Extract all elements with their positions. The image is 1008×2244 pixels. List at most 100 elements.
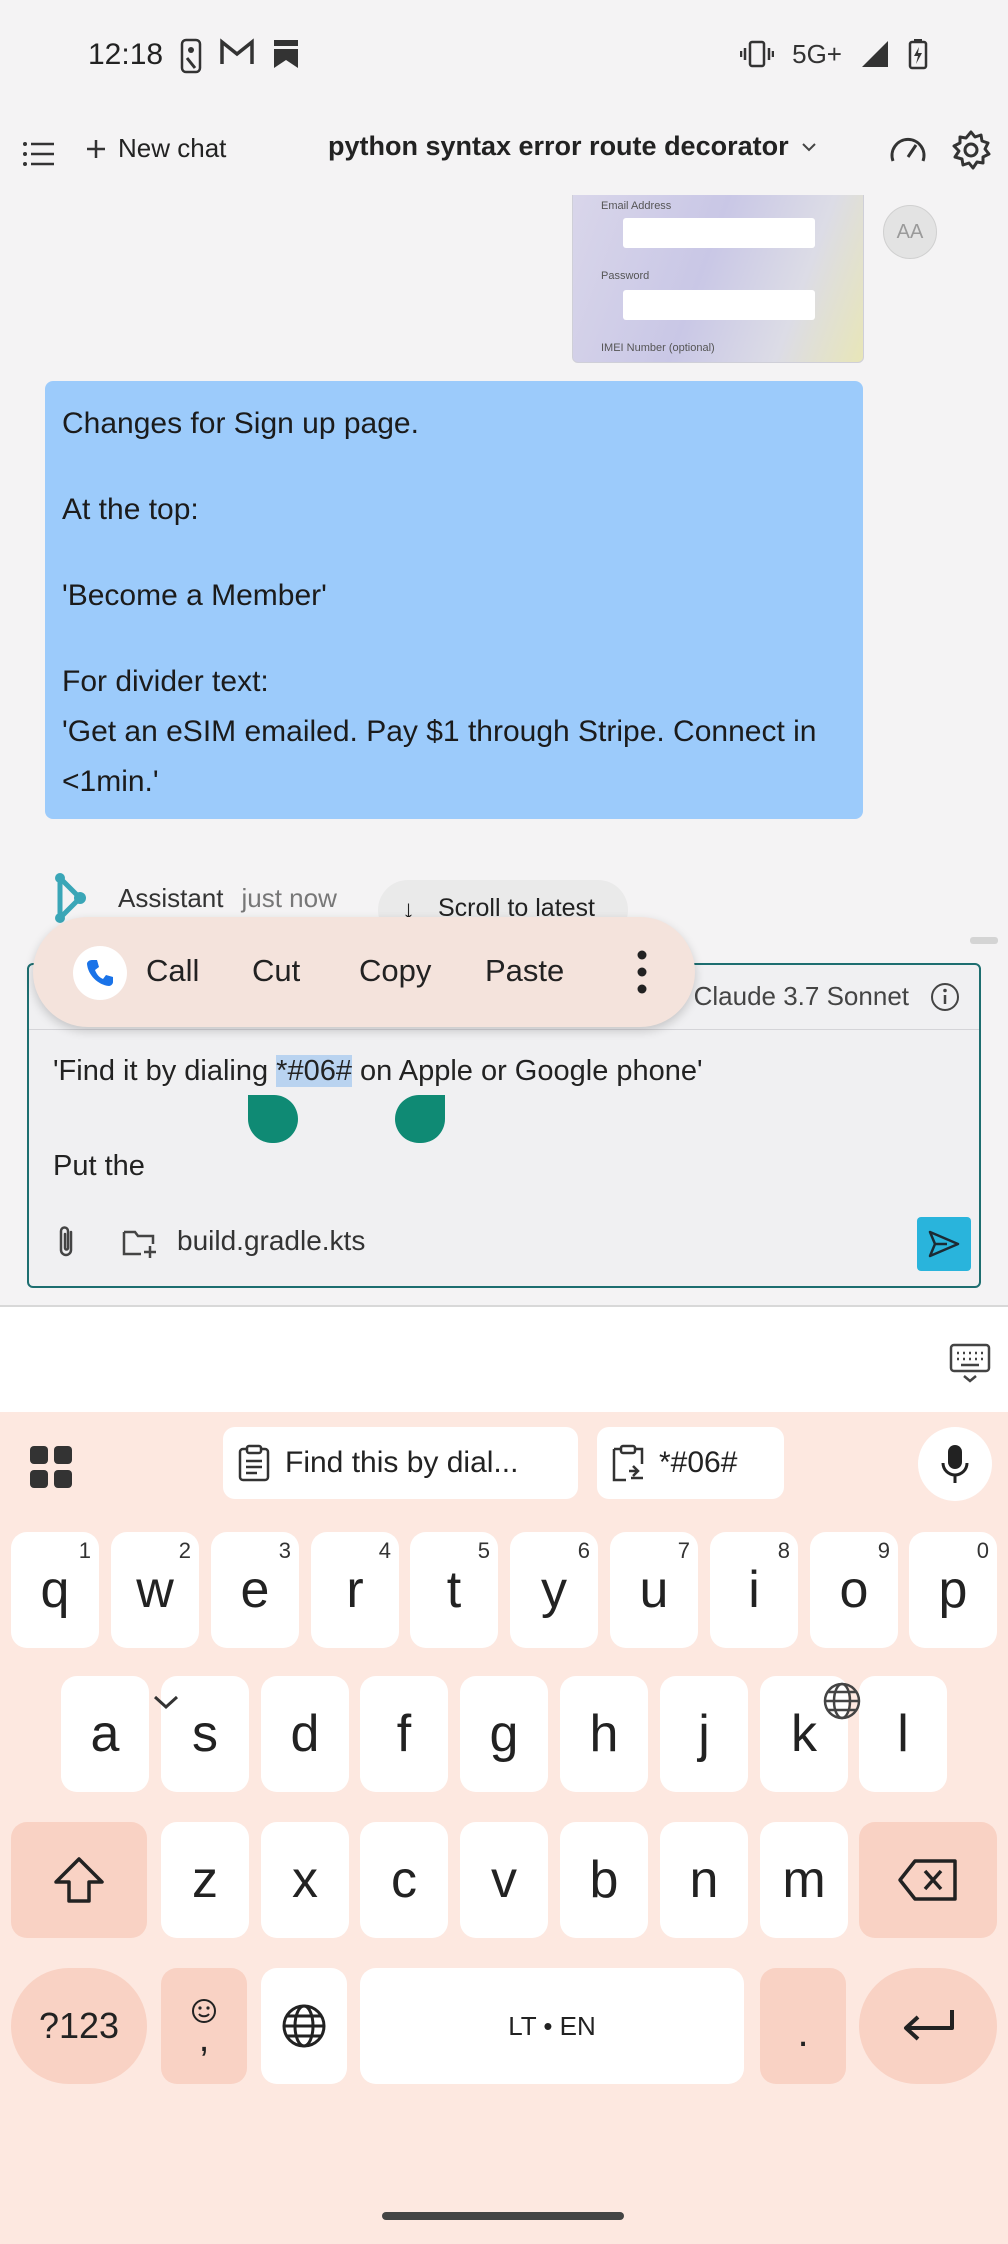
key-x[interactable]: x bbox=[261, 1822, 349, 1938]
composer-text-line-1[interactable]: 'Find it by dialing *#06# on Apple or Go… bbox=[53, 1055, 703, 1088]
key-r[interactable]: r4 bbox=[311, 1532, 399, 1648]
notification-icons bbox=[180, 38, 300, 74]
attachment-image-preview[interactable]: Email Address Password IMEI Number (opti… bbox=[572, 195, 864, 363]
selected-text[interactable]: *#06# bbox=[276, 1055, 352, 1087]
key-j[interactable]: j bbox=[660, 1676, 748, 1792]
preview-email-label: Email Address bbox=[601, 200, 672, 212]
vibrate-icon bbox=[740, 40, 775, 68]
clipboard-suggestion-chip[interactable]: *#06# bbox=[597, 1427, 784, 1499]
key-b[interactable]: b bbox=[560, 1822, 648, 1938]
scroll-indicator bbox=[970, 937, 998, 944]
key-f[interactable]: f bbox=[360, 1676, 448, 1792]
key-i[interactable]: i8 bbox=[710, 1532, 798, 1648]
key-g[interactable]: g bbox=[460, 1676, 548, 1792]
key-hint: 8 bbox=[777, 1538, 790, 1563]
key-w[interactable]: w2 bbox=[111, 1532, 199, 1648]
chat-title-dropdown[interactable]: python syntax error route decorator bbox=[328, 131, 819, 162]
status-time: 12:18 bbox=[88, 38, 164, 71]
cut-menu-item[interactable]: Cut bbox=[252, 953, 300, 989]
menu-icon[interactable] bbox=[20, 135, 58, 173]
key-m[interactable]: m bbox=[760, 1822, 848, 1938]
phone-icon bbox=[87, 960, 113, 986]
backspace-key[interactable] bbox=[859, 1822, 997, 1938]
microphone-icon bbox=[941, 1445, 969, 1483]
network-label: 5G+ bbox=[792, 38, 842, 69]
bookmark-icon bbox=[274, 40, 298, 68]
message-line: 'Get an eSIM emailed. Pay $1 through Str… bbox=[62, 715, 817, 798]
model-selector[interactable]: Claude 3.7 Sonnet bbox=[694, 981, 909, 1012]
key-hint: 4 bbox=[378, 1538, 391, 1563]
user-message[interactable]: Changes for Sign up page. At the top: 'B… bbox=[45, 381, 863, 819]
keyboard-hide-icon[interactable] bbox=[948, 1340, 992, 1384]
system-icons: 5G+ bbox=[740, 38, 928, 70]
globe-switch-icon[interactable] bbox=[822, 1681, 862, 1721]
chevron-down-icon bbox=[801, 142, 816, 151]
new-chat-button[interactable]: New chat bbox=[84, 133, 226, 164]
comma-label: , bbox=[198, 2018, 210, 2060]
text-after-selection: on Apple or Google phone' bbox=[351, 1055, 703, 1087]
keyboard-collapse-icon[interactable] bbox=[150, 1690, 182, 1714]
key-q[interactable]: q1 bbox=[11, 1532, 99, 1648]
clipboard-chip-label: Find this by dial... bbox=[285, 1446, 519, 1479]
key-l[interactable]: l bbox=[859, 1676, 947, 1792]
folder-add-icon[interactable] bbox=[121, 1224, 159, 1260]
key-u[interactable]: u7 bbox=[610, 1532, 698, 1648]
copy-menu-item[interactable]: Copy bbox=[359, 953, 431, 989]
key-p[interactable]: p0 bbox=[909, 1532, 997, 1648]
paste-menu-item[interactable]: Paste bbox=[485, 953, 564, 989]
key-h[interactable]: h bbox=[560, 1676, 648, 1792]
on-screen-keyboard: Find this by dial... *#06# q1 w2 e3 r4 t… bbox=[0, 1412, 1008, 2244]
key-hint: 1 bbox=[78, 1538, 91, 1563]
battery-icon bbox=[908, 39, 928, 70]
composer-text-line-2[interactable]: Put the bbox=[53, 1150, 145, 1183]
gear-icon[interactable] bbox=[950, 129, 992, 171]
space-key[interactable]: LT • EN bbox=[360, 1968, 744, 2084]
send-button[interactable] bbox=[917, 1217, 971, 1271]
key-d[interactable]: d bbox=[261, 1676, 349, 1792]
call-menu-item[interactable]: Call bbox=[146, 953, 199, 989]
text-selection-menu: Call Cut Copy Paste bbox=[33, 917, 695, 1027]
key-y[interactable]: y6 bbox=[510, 1532, 598, 1648]
shift-key[interactable] bbox=[11, 1822, 147, 1938]
more-options-icon[interactable] bbox=[635, 949, 649, 995]
plus-icon bbox=[87, 139, 105, 158]
attached-file-name[interactable]: build.gradle.kts bbox=[177, 1225, 365, 1257]
preview-imei-label: IMEI Number (optional) bbox=[601, 342, 715, 354]
clipboard-icon bbox=[238, 1444, 270, 1482]
paperclip-icon[interactable] bbox=[51, 1224, 83, 1260]
key-n[interactable]: n bbox=[660, 1822, 748, 1938]
key-c[interactable]: c bbox=[360, 1822, 448, 1938]
gmail-icon bbox=[220, 38, 254, 64]
status-bar: 12:18 5G+ bbox=[0, 0, 1008, 115]
clipboard-suggestion-chip[interactable]: Find this by dial... bbox=[223, 1427, 578, 1499]
shift-icon bbox=[54, 1857, 104, 1903]
symbols-key[interactable]: ?123 bbox=[11, 1968, 147, 2084]
enter-key[interactable] bbox=[859, 1968, 997, 2084]
emoji-comma-key[interactable]: , bbox=[161, 1968, 247, 2084]
gesture-nav-bar[interactable] bbox=[382, 2212, 624, 2220]
key-hint: 9 bbox=[877, 1538, 890, 1563]
phone-app-icon[interactable] bbox=[73, 946, 127, 1000]
language-key[interactable] bbox=[261, 1968, 347, 2084]
avatar[interactable]: AA bbox=[883, 205, 937, 259]
key-e[interactable]: e3 bbox=[211, 1532, 299, 1648]
selection-start-handle[interactable] bbox=[248, 1095, 298, 1143]
info-icon[interactable] bbox=[929, 981, 961, 1013]
key-hint: 0 bbox=[976, 1538, 989, 1563]
chat-title: python syntax error route decorator bbox=[328, 131, 789, 161]
key-o[interactable]: o9 bbox=[810, 1532, 898, 1648]
key-a[interactable]: a bbox=[61, 1676, 149, 1792]
gauge-icon[interactable] bbox=[888, 131, 928, 171]
key-v[interactable]: v bbox=[460, 1822, 548, 1938]
selection-end-handle[interactable] bbox=[395, 1095, 445, 1143]
key-z[interactable]: z bbox=[161, 1822, 249, 1938]
key-t[interactable]: t5 bbox=[410, 1532, 498, 1648]
divider bbox=[0, 1305, 1008, 1307]
period-key[interactable]: . bbox=[760, 1968, 846, 2084]
send-icon bbox=[928, 1230, 960, 1258]
backspace-icon bbox=[898, 1859, 957, 1901]
message-timestamp: just now bbox=[241, 882, 337, 913]
apps-grid-icon[interactable] bbox=[28, 1444, 74, 1490]
preview-email-field bbox=[623, 218, 815, 248]
voice-input-button[interactable] bbox=[918, 1427, 992, 1501]
